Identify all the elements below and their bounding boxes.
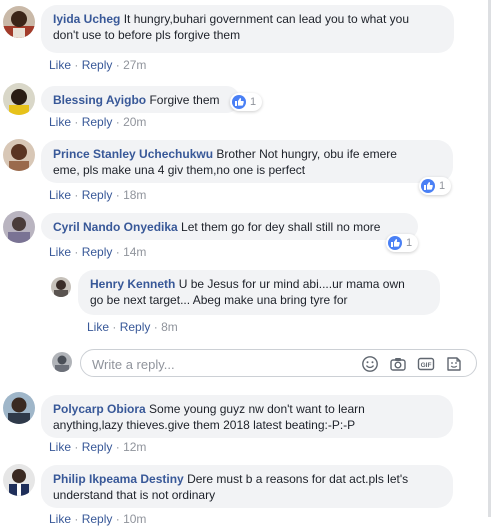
reaction-badge[interactable]: 1 (230, 93, 262, 111)
gif-icon[interactable]: GIF (417, 355, 435, 373)
separator: · (115, 58, 120, 72)
like-link[interactable]: Like (49, 245, 71, 259)
avatar[interactable] (3, 464, 35, 496)
reply-link[interactable]: Reply (120, 320, 151, 334)
sticker-icon[interactable] (445, 355, 463, 373)
reply-time[interactable]: 8m (161, 320, 178, 334)
thumbs-up-icon (421, 179, 435, 193)
comment-text: Let them go for dey shall still no more (181, 220, 381, 234)
thumbs-up-icon (388, 236, 402, 250)
avatar[interactable] (3, 6, 35, 38)
like-link[interactable]: Like (49, 440, 71, 454)
emoji-icon[interactable] (361, 355, 379, 373)
comment-bubble: Prince Stanley Uchechukwu Brother Not hu… (41, 140, 453, 183)
comment-bubble: Polycarp Obiora Some young guyz nw don't… (41, 395, 453, 438)
avatar[interactable] (3, 211, 35, 243)
avatar[interactable] (3, 83, 35, 115)
comment-author[interactable]: Prince Stanley Uchechukwu (53, 147, 213, 161)
comment-author[interactable]: Cyril Nando Onyedika (53, 220, 178, 234)
svg-text:GIF: GIF (421, 362, 432, 369)
separator: · (115, 245, 120, 259)
reaction-badge[interactable]: 1 (386, 234, 418, 252)
comment-bubble: Philip Ikpeama Destiny Dere must b a rea… (41, 465, 453, 508)
separator: · (74, 58, 79, 72)
comment-time[interactable]: 20m (123, 115, 146, 129)
comment-author[interactable]: Blessing Ayigbo (53, 93, 146, 107)
separator: · (112, 320, 117, 334)
reply-bubble: Henry Kenneth U be Jesus for ur mind abi… (78, 270, 440, 315)
like-link[interactable]: Like (87, 320, 109, 334)
separator: · (74, 188, 79, 202)
camera-icon[interactable] (389, 355, 407, 373)
thumbs-up-icon (232, 95, 246, 109)
comment-text: understand that is not ordinary (53, 488, 216, 502)
reply-text: go be next target... Abeg make una bring… (90, 293, 348, 307)
comment-text: Brother Not hungry, obu ife emere (216, 147, 397, 161)
avatar[interactable] (3, 392, 35, 424)
comment-time[interactable]: 10m (123, 512, 146, 526)
comment-text: eme, pls make una 4 giv them,no one is p… (53, 163, 306, 177)
comment-bubble: Blessing Ayigbo Forgive them (41, 86, 240, 113)
comment-bubble: Iyida Ucheg It hungry,buhari government … (41, 5, 454, 53)
reply-link[interactable]: Reply (82, 440, 113, 454)
comment-author[interactable]: Iyida Ucheg (53, 12, 120, 26)
separator: · (153, 320, 158, 334)
reply-link[interactable]: Reply (82, 512, 113, 526)
comment-time[interactable]: 27m (123, 58, 146, 72)
reply-link[interactable]: Reply (82, 58, 113, 72)
comment-time[interactable]: 12m (123, 440, 146, 454)
comment-bubble: Cyril Nando Onyedika Let them go for dey… (41, 213, 418, 240)
comment-text: Some young guyz nw don't want to learn (149, 402, 365, 416)
comment-author[interactable]: Polycarp Obiora (53, 402, 146, 416)
reply-composer[interactable]: GIF (80, 349, 477, 377)
reaction-badge[interactable]: 1 (419, 177, 451, 195)
comment-text: Dere must b a reasons for dat act.pls le… (187, 472, 409, 486)
comment-text: don't use to before pls forgive them (53, 28, 241, 42)
separator: · (115, 115, 120, 129)
like-link[interactable]: Like (49, 115, 71, 129)
reply-author[interactable]: Henry Kenneth (90, 277, 175, 291)
avatar[interactable] (51, 277, 71, 297)
separator: · (74, 512, 79, 526)
separator: · (74, 440, 79, 454)
like-link[interactable]: Like (49, 58, 71, 72)
reaction-count: 1 (406, 237, 413, 249)
comment-text: Forgive them (149, 93, 220, 107)
reaction-count: 1 (250, 96, 257, 108)
like-link[interactable]: Like (49, 188, 71, 202)
separator: · (74, 245, 79, 259)
separator: · (74, 115, 79, 129)
comment-text: anything,lazy thieves.give them 2018 lat… (53, 418, 356, 432)
reply-input[interactable] (90, 355, 344, 373)
reply-link[interactable]: Reply (82, 245, 113, 259)
separator: · (115, 512, 120, 526)
comment-time[interactable]: 14m (123, 245, 146, 259)
reaction-count: 1 (439, 180, 446, 192)
comment-author[interactable]: Philip Ikpeama Destiny (53, 472, 184, 486)
reply-text: U be Jesus for ur mind abi....ur mama ow… (178, 277, 405, 291)
current-user-avatar (52, 352, 72, 372)
like-link[interactable]: Like (49, 512, 71, 526)
separator: · (115, 188, 120, 202)
reply-link[interactable]: Reply (82, 188, 113, 202)
reply-link[interactable]: Reply (82, 115, 113, 129)
comment-text: It hungry,buhari government can lead you… (123, 12, 409, 26)
comment-time[interactable]: 18m (123, 188, 146, 202)
avatar[interactable] (3, 139, 35, 171)
separator: · (115, 440, 120, 454)
